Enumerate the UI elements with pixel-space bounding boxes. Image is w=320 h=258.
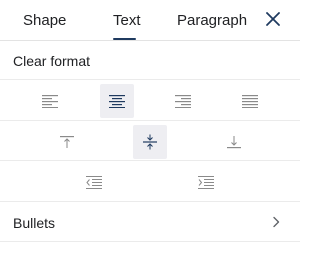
align-right-icon bbox=[175, 95, 191, 108]
vertical-alignment-row bbox=[0, 121, 300, 161]
close-button[interactable] bbox=[264, 10, 282, 28]
align-justify-icon bbox=[242, 95, 258, 108]
close-icon bbox=[266, 12, 280, 26]
tab-paragraph[interactable]: Paragraph bbox=[177, 11, 247, 31]
decrease-indent-icon bbox=[86, 176, 102, 189]
align-left-button[interactable] bbox=[33, 84, 67, 118]
tab-bar: Shape Text Paragraph bbox=[0, 0, 300, 41]
align-bottom-button[interactable] bbox=[217, 125, 251, 159]
align-right-button[interactable] bbox=[166, 84, 200, 118]
increase-indent-button[interactable] bbox=[189, 165, 223, 199]
decrease-indent-button[interactable] bbox=[77, 165, 111, 199]
text-format-panel: Shape Text Paragraph Clear format Bullet… bbox=[0, 0, 300, 258]
indent-row bbox=[0, 161, 300, 202]
align-top-icon bbox=[60, 136, 74, 148]
align-left-icon bbox=[42, 95, 58, 108]
bullets-row[interactable]: Bullets bbox=[0, 202, 300, 242]
align-center-icon bbox=[109, 95, 125, 108]
align-center-button[interactable] bbox=[100, 84, 134, 118]
align-middle-button[interactable] bbox=[133, 125, 167, 159]
tab-shape[interactable]: Shape bbox=[23, 11, 66, 31]
increase-indent-icon bbox=[198, 176, 214, 189]
bullets-label: Bullets bbox=[13, 215, 56, 231]
clear-format-row[interactable]: Clear format bbox=[0, 41, 300, 80]
align-top-button[interactable] bbox=[50, 125, 84, 159]
align-bottom-icon bbox=[227, 136, 241, 149]
active-tab-indicator bbox=[113, 38, 136, 40]
horizontal-alignment-row bbox=[0, 80, 300, 121]
align-justify-button[interactable] bbox=[233, 84, 267, 118]
clear-format-button[interactable]: Clear format bbox=[13, 53, 90, 70]
tab-text[interactable]: Text bbox=[113, 11, 141, 31]
align-middle-icon bbox=[143, 134, 157, 150]
chevron-right-icon bbox=[273, 216, 280, 228]
